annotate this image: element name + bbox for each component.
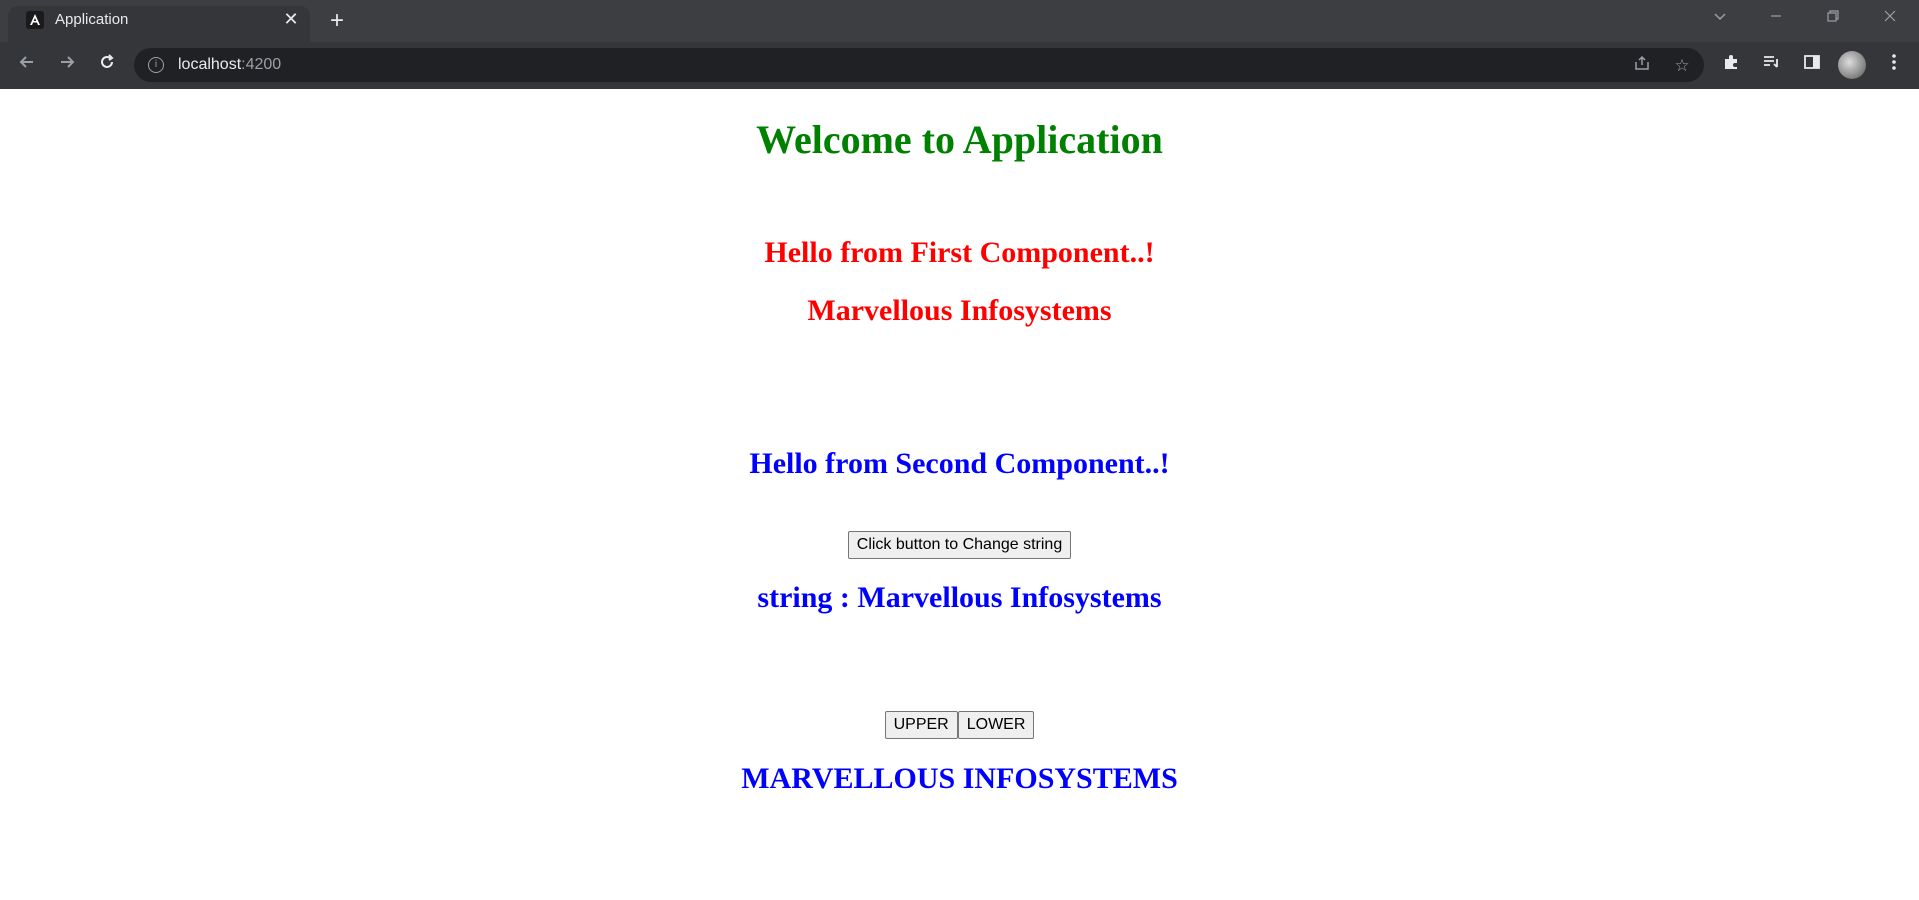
tab-search-chevron-icon[interactable] <box>1700 6 1740 32</box>
upper-button[interactable]: UPPER <box>884 711 958 739</box>
restore-window-icon[interactable] <box>1813 6 1853 32</box>
more-menu-icon[interactable] <box>1879 50 1909 80</box>
second-component-greeting: Hello from Second Component..! <box>749 447 1170 480</box>
first-component-greeting: Hello from First Component..! <box>764 236 1155 269</box>
url-host: localhost <box>178 56 242 73</box>
lower-button[interactable]: LOWER <box>957 711 1035 739</box>
share-icon[interactable] <box>1630 54 1654 78</box>
change-button-row: Click button to Change string <box>0 531 1919 559</box>
close-tab-icon[interactable]: ✕ <box>280 8 302 30</box>
extensions-puzzle-icon[interactable] <box>1716 50 1746 80</box>
active-tab[interactable] <box>8 6 310 42</box>
bookmark-star-icon[interactable]: ☆ <box>1670 54 1694 78</box>
new-tab-icon[interactable]: + <box>324 8 350 34</box>
browser-toolbar: i localhost:4200 ☆ <box>0 42 1919 89</box>
url-text[interactable]: localhost:4200 <box>178 56 281 74</box>
forward-arrow-icon[interactable] <box>52 50 82 80</box>
address-bar[interactable]: i localhost:4200 ☆ <box>134 48 1704 82</box>
close-window-icon[interactable] <box>1870 6 1910 32</box>
profile-avatar[interactable] <box>1838 51 1866 79</box>
url-port: :4200 <box>241 56 282 73</box>
reload-icon[interactable] <box>92 50 122 80</box>
minimize-window-icon[interactable] <box>1756 6 1796 32</box>
case-button-row: UPPER LOWER <box>0 711 1919 739</box>
browser-tab-bar: Application ✕ + <box>0 0 1919 42</box>
site-info-icon[interactable]: i <box>148 57 164 73</box>
tab-title: Application <box>55 11 129 28</box>
welcome-heading: Welcome to Application <box>756 117 1163 162</box>
first-component-company: Marvellous Infosystems <box>807 294 1112 327</box>
angular-favicon-icon <box>26 11 44 29</box>
side-panel-icon[interactable] <box>1797 50 1827 80</box>
change-string-button[interactable]: Click button to Change string <box>847 531 1072 559</box>
case-result: MARVELLOUS INFOSYSTEMS <box>741 762 1178 795</box>
reading-list-icon[interactable] <box>1756 50 1786 80</box>
back-arrow-icon[interactable] <box>12 50 42 80</box>
page-content: Welcome to Application Hello from First … <box>0 89 1919 900</box>
string-display: string : Marvellous Infosystems <box>757 581 1162 614</box>
